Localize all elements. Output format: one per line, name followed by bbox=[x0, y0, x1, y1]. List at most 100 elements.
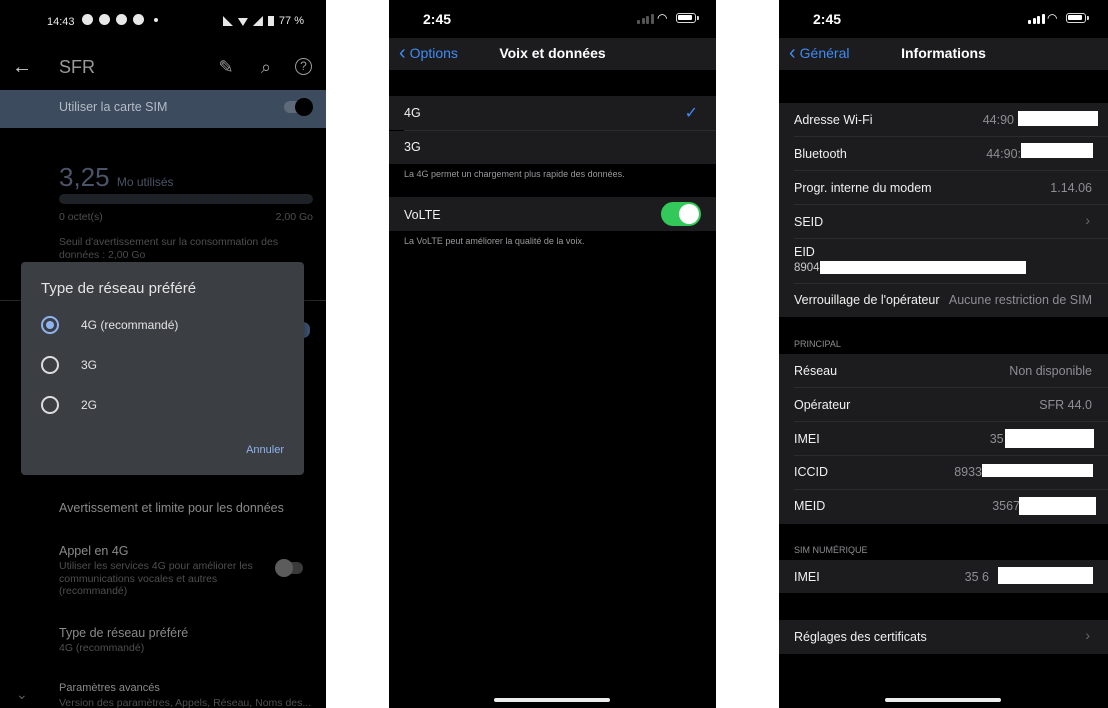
usage-progress-bar bbox=[59, 194, 313, 204]
help-icon[interactable]: ? bbox=[295, 58, 312, 75]
notification-icons bbox=[82, 14, 158, 25]
redaction bbox=[1005, 429, 1094, 448]
volte-switch[interactable] bbox=[661, 202, 701, 226]
iccid-label: ICCID bbox=[794, 465, 829, 479]
advanced-settings-item[interactable]: Paramètres avancés bbox=[59, 682, 160, 694]
android-screen: 14:43 77 % ← SFR ✎ ⌕ ? Utiliser la carte… bbox=[0, 0, 326, 708]
option-4g[interactable]: 4G ✓ bbox=[389, 96, 716, 130]
use-sim-row[interactable]: Utiliser la carte SIM bbox=[0, 90, 326, 128]
usage-warning-text: Seuil d'avertissement sur la consommatio… bbox=[59, 236, 279, 261]
separator bbox=[794, 204, 1108, 205]
esim-imei-value: 35 6 bbox=[964, 570, 989, 584]
wifi-icon bbox=[237, 18, 248, 26]
usage-max-label: 2,00 Go bbox=[275, 211, 313, 223]
esim-header: SIM NUMÉRIQUE bbox=[794, 545, 868, 555]
status-bar: 14:43 77 % bbox=[0, 0, 326, 44]
volte-call-title[interactable]: Appel en 4G bbox=[59, 544, 129, 558]
advanced-settings-subtitle: Version des paramètres, Appels, Réseau, … bbox=[59, 697, 312, 708]
carrier-value: SFR 44.0 bbox=[1039, 398, 1092, 412]
bluetooth-value: 44:90: bbox=[986, 147, 1021, 161]
chevron-down-icon[interactable]: ⌄ bbox=[16, 686, 28, 703]
separator bbox=[794, 489, 1108, 490]
principal-header: PRINCIPAL bbox=[794, 339, 841, 349]
use-sim-label: Utiliser la carte SIM bbox=[59, 100, 168, 114]
data-warning-item[interactable]: Avertissement et limite pour les données bbox=[59, 501, 284, 515]
page-title: Voix et données bbox=[499, 45, 606, 61]
separator bbox=[404, 130, 716, 131]
redaction bbox=[998, 567, 1093, 584]
carrier-label: Opérateur bbox=[794, 398, 851, 412]
network-type-dialog: Type de réseau préféré 4G (recommandé) 3… bbox=[21, 262, 304, 475]
separator bbox=[794, 455, 1108, 456]
voice-data-screen: 2:45 ◠ ‹ Options Voix et données 4G ✓ 3G … bbox=[389, 0, 716, 708]
usage-min-label: 0 octet(s) bbox=[59, 211, 103, 223]
back-arrow-icon[interactable]: ← bbox=[12, 56, 34, 78]
use-sim-toggle[interactable] bbox=[284, 98, 313, 116]
wifi-address-value: 44:90 bbox=[982, 113, 1014, 127]
volte-call-toggle[interactable] bbox=[275, 559, 303, 577]
dialog-title: Type de réseau préféré bbox=[41, 280, 197, 297]
battery-icon bbox=[1066, 13, 1089, 23]
wifi-icon: ◠ bbox=[1047, 11, 1058, 25]
radio-3g[interactable] bbox=[41, 356, 59, 374]
volte-call-subtitle: Utiliser les services 4G pour améliorer … bbox=[59, 560, 253, 597]
eid-value: 8904 bbox=[794, 262, 820, 274]
radio-4g[interactable] bbox=[41, 316, 59, 334]
separator bbox=[794, 421, 1108, 422]
bluetooth-label: Bluetooth bbox=[794, 147, 847, 161]
certificates-label: Réglages des certificats bbox=[794, 630, 927, 644]
option-3g[interactable]: 3G bbox=[389, 131, 716, 164]
radio-2g-label[interactable]: 2G bbox=[81, 398, 97, 412]
volte-label: VoLTE bbox=[404, 208, 441, 222]
status-time: 2:45 bbox=[813, 11, 842, 27]
more-notifications-icon bbox=[154, 17, 158, 22]
mute-icon bbox=[222, 16, 233, 26]
app-bar: ← SFR ✎ ⌕ ? bbox=[0, 44, 326, 90]
modem-firmware-label: Progr. interne du modem bbox=[794, 181, 932, 195]
imei-label: IMEI bbox=[794, 432, 820, 446]
battery-icon bbox=[267, 16, 274, 26]
nav-bar: ‹ Général Informations bbox=[779, 38, 1108, 70]
edit-pencil-icon[interactable]: ✎ bbox=[215, 56, 237, 78]
radio-4g-label[interactable]: 4G (recommandé) bbox=[81, 318, 178, 332]
teams-icon bbox=[133, 14, 144, 25]
cancel-button[interactable]: Annuler bbox=[246, 444, 284, 456]
esim-imei-label: IMEI bbox=[794, 570, 820, 584]
chevron-right-icon[interactable]: › bbox=[1085, 212, 1090, 228]
certificates-row[interactable]: Réglages des certificats › bbox=[779, 620, 1108, 654]
radio-2g[interactable] bbox=[41, 396, 59, 414]
carrier-lock-label: Verrouillage de l'opérateur bbox=[794, 293, 940, 307]
wifi-address-label: Adresse Wi-Fi bbox=[794, 113, 873, 127]
data-usage-value: 3,25 Mo utilisés bbox=[59, 162, 174, 193]
system-icons: 77 % bbox=[222, 15, 304, 27]
separator bbox=[794, 283, 1108, 284]
iccid-value: 8933 bbox=[954, 465, 982, 479]
carrier-lock-value: Aucune restriction de SIM bbox=[948, 293, 1092, 307]
signal-icon bbox=[252, 16, 263, 26]
usage-unit: Mo utilisés bbox=[116, 175, 174, 189]
separator bbox=[794, 238, 1108, 239]
option-4g-label: 4G bbox=[404, 106, 421, 120]
status-bar: 2:45 ◠ bbox=[779, 0, 1108, 38]
radio-3g-label[interactable]: 3G bbox=[81, 358, 97, 372]
home-indicator[interactable] bbox=[885, 698, 1001, 702]
messenger-icon bbox=[82, 14, 93, 25]
eid-label: EID bbox=[794, 245, 815, 259]
preferred-network-value: 4G (recommandé) bbox=[59, 642, 145, 654]
status-time: 2:45 bbox=[423, 11, 452, 27]
checkmark-icon: ✓ bbox=[684, 105, 698, 122]
status-time: 14:43 bbox=[47, 16, 75, 28]
battery-percent: 77 % bbox=[278, 15, 304, 27]
instagram-icon bbox=[99, 14, 110, 25]
option-3g-label: 3G bbox=[404, 140, 421, 154]
home-indicator[interactable] bbox=[494, 698, 610, 702]
preferred-network-item[interactable]: Type de réseau préféré bbox=[59, 626, 188, 640]
status-bar: 2:45 ◠ bbox=[389, 0, 716, 38]
usage-number: 3,25 bbox=[59, 162, 110, 192]
page-title: SFR bbox=[59, 57, 95, 77]
page-title: Informations bbox=[901, 45, 986, 61]
redaction bbox=[820, 261, 1026, 274]
seid-label[interactable]: SEID bbox=[794, 215, 823, 229]
battery-icon bbox=[676, 13, 699, 23]
search-icon[interactable]: ⌕ bbox=[255, 56, 277, 78]
